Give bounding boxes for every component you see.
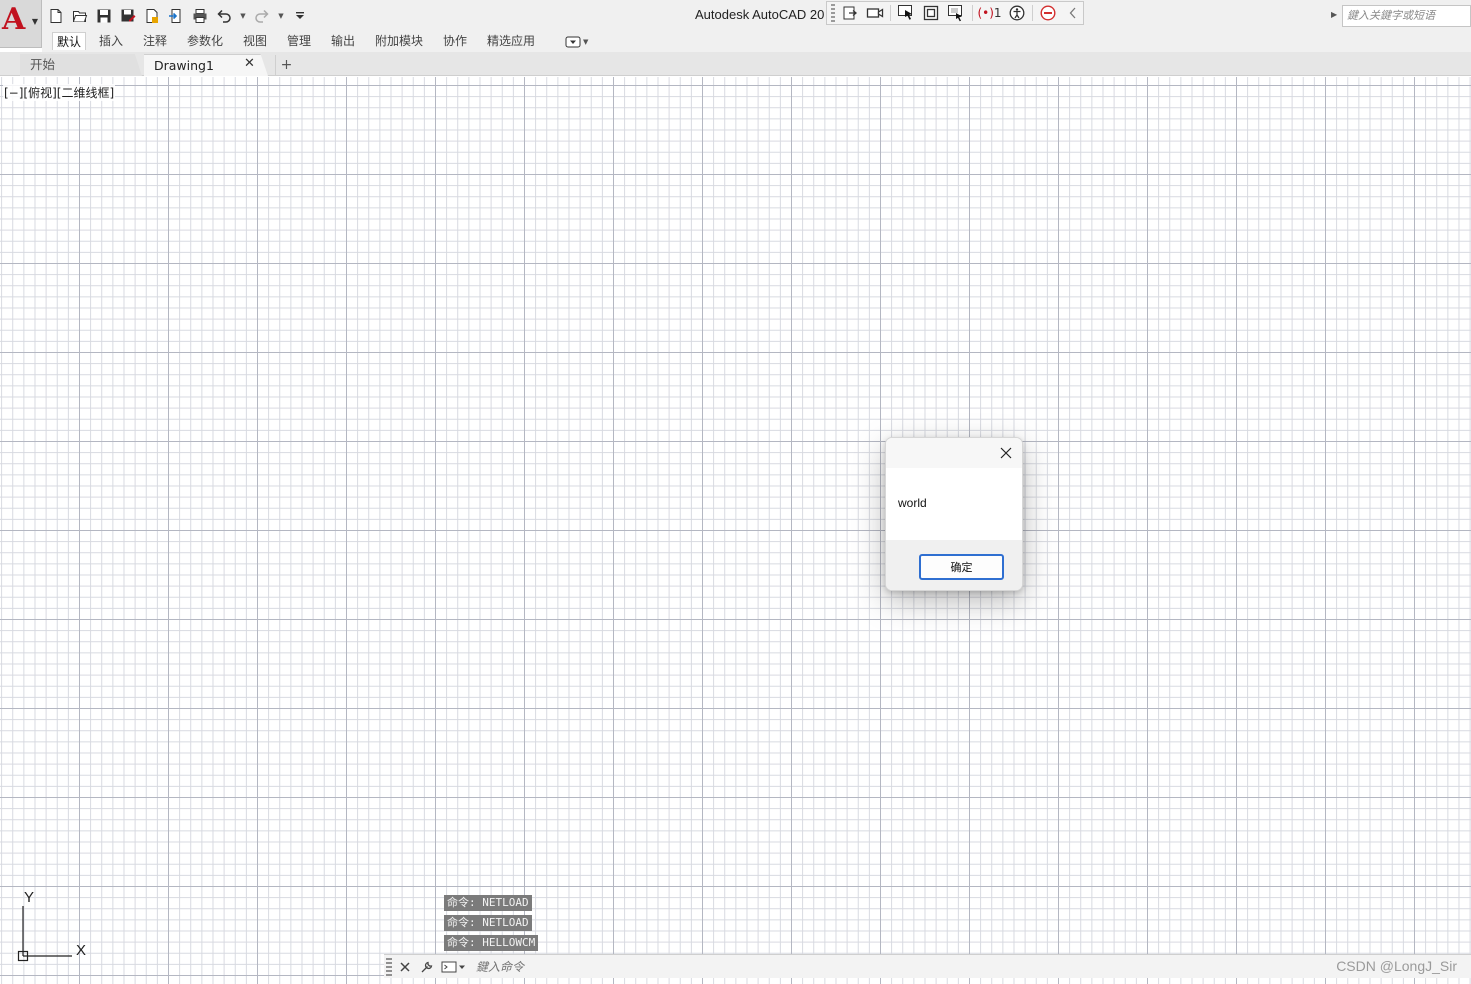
recording-count: 1	[993, 6, 1002, 20]
viewport-controls-label[interactable]: [−][俯视][二维线框]	[3, 84, 116, 101]
dialog-footer: 确定	[886, 540, 1022, 590]
open-icon[interactable]	[70, 6, 90, 26]
command-input[interactable]	[476, 956, 776, 977]
toolbar-separator	[1031, 5, 1033, 21]
close-icon[interactable]	[396, 958, 414, 976]
tab-default[interactable]: 默认	[52, 32, 87, 50]
window-frame-icon[interactable]	[921, 3, 941, 23]
search-input[interactable]	[1342, 5, 1471, 27]
screen-record-icon[interactable]	[840, 3, 860, 23]
tab-manage[interactable]: 管理	[283, 32, 315, 50]
tab-annotate[interactable]: 注释	[139, 32, 171, 50]
ribbon-tab-bar: 默认 插入 注释 参数化 视图 管理 输出 附加模块 协作 精选应用 ▼	[42, 30, 1471, 52]
plot-preview-icon[interactable]	[142, 6, 162, 26]
accessibility-icon[interactable]	[1007, 3, 1027, 23]
broadcast-icon: (•)	[977, 6, 994, 20]
ucs-x-label: X	[76, 942, 86, 959]
toolbar-separator	[890, 5, 891, 21]
search-expand-icon[interactable]: ▶	[1331, 10, 1337, 19]
application-menu-button[interactable]: A ▼	[0, 0, 42, 48]
command-history-line: 命令: HELLOWCM	[444, 935, 539, 951]
toolbar-grip[interactable]	[831, 4, 835, 22]
customize-icon[interactable]	[290, 6, 310, 26]
command-line-bar	[384, 954, 1471, 978]
command-history-line: 命令: NETLOAD	[444, 915, 532, 931]
close-icon[interactable]	[996, 443, 1016, 463]
new-icon[interactable]	[46, 6, 66, 26]
ok-button[interactable]: 确定	[919, 554, 1004, 580]
panel-toggle-icon	[565, 36, 581, 48]
share-icon[interactable]	[166, 6, 186, 26]
undo-dropdown-icon[interactable]: ▼	[238, 6, 248, 26]
quick-access-toolbar: ▼ ▼	[46, 5, 310, 27]
stop-icon[interactable]	[1038, 3, 1058, 23]
tab-addins[interactable]: 附加模块	[371, 32, 427, 50]
drawing-canvas[interactable]	[0, 77, 1471, 984]
dialog-message: world	[898, 496, 927, 510]
tab-insert[interactable]: 插入	[95, 32, 127, 50]
ribbon-minimize-toggle[interactable]: ▼	[565, 34, 591, 50]
recording-counter[interactable]: (•)1	[977, 6, 1001, 20]
undo-icon[interactable]	[214, 6, 234, 26]
collapse-chevron-icon[interactable]	[1063, 3, 1083, 23]
ucs-icon: Y X	[17, 889, 86, 962]
tab-start[interactable]: 开始	[20, 54, 142, 76]
tab-parametric[interactable]: 参数化	[183, 32, 227, 50]
message-dialog: world 确定	[885, 437, 1023, 591]
select-cursor-icon[interactable]	[896, 3, 916, 23]
wrench-icon[interactable]	[418, 958, 436, 976]
app-title: Autodesk AutoCAD 20	[695, 7, 825, 22]
ucs-y-label: Y	[24, 889, 34, 906]
tab-output[interactable]: 输出	[327, 32, 359, 50]
file-tab-bar: 开始 Drawing1	[0, 52, 1471, 76]
command-prompt-icon[interactable]	[440, 958, 468, 976]
save-icon[interactable]	[94, 6, 114, 26]
screen-capture-icon[interactable]	[946, 3, 966, 23]
toolbar-separator	[971, 5, 973, 21]
save-as-icon[interactable]	[118, 6, 138, 26]
close-tab-icon[interactable]: ✕	[244, 56, 255, 71]
print-icon[interactable]	[190, 6, 210, 26]
autocad-logo: A	[2, 2, 26, 37]
watermark-text: CSDN @LongJ_Sir	[1336, 958, 1457, 974]
redo-dropdown-icon[interactable]: ▼	[276, 6, 286, 26]
tab-featured-apps[interactable]: 精选应用	[483, 32, 539, 50]
video-camera-icon[interactable]	[865, 3, 885, 23]
chevron-down-icon: ▼	[31, 17, 38, 26]
command-history-line: 命令: NETLOAD	[444, 895, 532, 911]
floating-toolbar: (•)1	[826, 1, 1084, 25]
redo-icon[interactable]	[252, 6, 272, 26]
new-tab-icon[interactable]: +	[275, 55, 297, 75]
command-line-grip[interactable]	[386, 957, 392, 976]
tab-view[interactable]: 视图	[239, 32, 271, 50]
tab-collaborate[interactable]: 协作	[439, 32, 471, 50]
chevron-down-icon: ▼	[583, 38, 589, 46]
title-bar: ▼ ▼ Autodesk AutoCAD 20 (•)1 ▶ 鍵入关鍵字或短语	[0, 0, 1471, 30]
